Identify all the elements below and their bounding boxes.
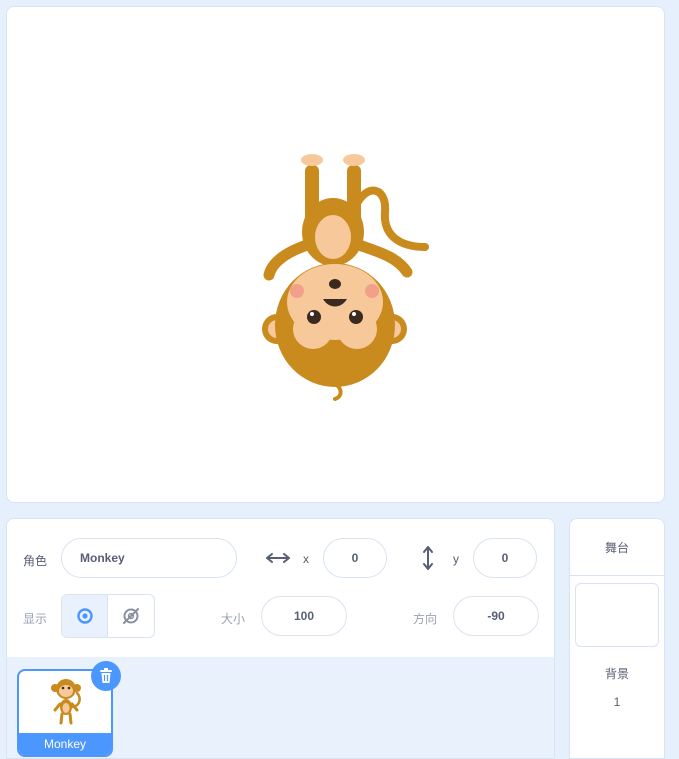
x-label: x	[303, 552, 309, 566]
sprite-info-panel: 角色 Monkey x 0 y 0 显示 大小 100 方向 -90	[7, 519, 554, 658]
size-label: 大小	[221, 612, 246, 626]
monkey-sprite[interactable]	[7, 7, 666, 504]
x-arrows-icon	[265, 549, 291, 567]
size-input[interactable]: 100	[261, 596, 347, 636]
direction-input[interactable]: -90	[453, 596, 539, 636]
visibility-toggle	[61, 594, 155, 638]
stage-title: 舞台	[570, 519, 664, 576]
direction-label: 方向	[413, 612, 438, 626]
delete-sprite-button[interactable]	[91, 661, 121, 691]
y-label: y	[453, 552, 459, 566]
y-arrows-icon	[421, 546, 435, 570]
backdrop-count: 1	[613, 695, 621, 709]
x-input[interactable]: 0	[323, 538, 387, 578]
y-input[interactable]: 0	[473, 538, 537, 578]
show-button[interactable]	[62, 595, 109, 637]
hide-button[interactable]	[108, 595, 154, 637]
stage-canvas[interactable]	[6, 6, 665, 503]
trash-icon	[99, 668, 113, 684]
eye-slash-icon	[121, 607, 141, 625]
monkey-thumbnail-icon	[51, 679, 81, 725]
show-label: 显示	[23, 612, 48, 626]
sprite-tile-name: Monkey	[19, 733, 111, 755]
sprite-list: Monkey	[7, 657, 554, 758]
sprite-label: 角色	[23, 554, 48, 568]
eye-icon	[75, 608, 95, 624]
sprite-pane: 角色 Monkey x 0 y 0 显示 大小 100 方向 -90 Monke…	[6, 518, 555, 759]
stage-thumbnail[interactable]	[575, 583, 659, 647]
sprite-name-input[interactable]: Monkey	[61, 538, 237, 578]
backdrop-label: 背景	[604, 667, 629, 681]
stage-selector-pane[interactable]: 舞台 背景 1	[569, 518, 665, 759]
